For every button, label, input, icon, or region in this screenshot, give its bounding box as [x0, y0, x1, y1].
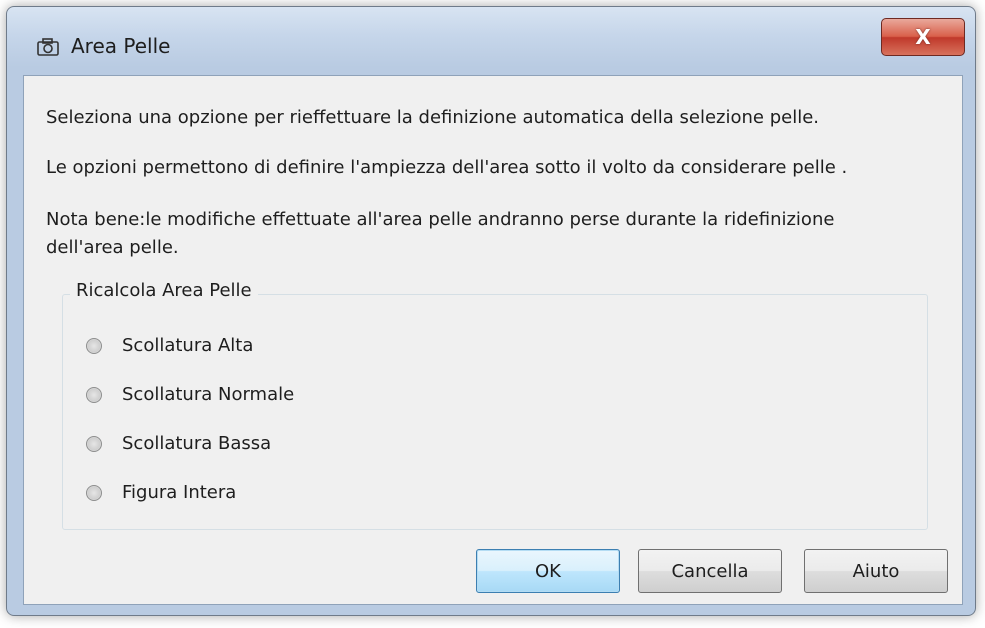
instruction-text: Seleziona una opzione per rieffettuare l…	[46, 107, 819, 128]
radio-button[interactable]	[86, 386, 102, 403]
radio-label: Scollatura Normale	[122, 384, 295, 405]
title-bar[interactable]: Area Pelle X	[7, 7, 975, 75]
camera-icon	[37, 38, 59, 56]
close-icon: X	[915, 25, 931, 49]
radio-label: Figura Intera	[122, 482, 237, 503]
window-title: Area Pelle	[71, 34, 171, 58]
radio-label: Scollatura Bassa	[122, 433, 272, 454]
dialog-client-area: Seleziona una opzione per rieffettuare l…	[23, 75, 963, 605]
radio-button[interactable]	[86, 435, 102, 452]
radio-scollatura-alta[interactable]: Scollatura Alta	[86, 335, 253, 356]
cancel-button[interactable]: Cancella	[638, 549, 782, 593]
radio-button[interactable]	[86, 337, 102, 354]
options-description-text: Le opzioni permettono di definire l'ampi…	[46, 157, 848, 178]
radio-figura-intera[interactable]: Figura Intera	[86, 482, 236, 503]
help-button[interactable]: Aiuto	[804, 549, 948, 593]
radio-scollatura-bassa[interactable]: Scollatura Bassa	[86, 433, 271, 454]
radio-scollatura-normale[interactable]: Scollatura Normale	[86, 384, 294, 405]
groupbox-legend: Ricalcola Area Pelle	[70, 280, 258, 301]
warning-text-line-2: dell'area pelle.	[46, 237, 179, 258]
dialog-window: Area Pelle X Seleziona una opzione per r…	[6, 6, 976, 616]
close-button[interactable]: X	[881, 18, 965, 56]
radio-button[interactable]	[86, 484, 102, 501]
radio-label: Scollatura Alta	[122, 335, 254, 356]
ok-button[interactable]: OK	[476, 549, 620, 593]
warning-text-line-1: Nota bene:le modifiche effettuate all'ar…	[46, 209, 835, 230]
